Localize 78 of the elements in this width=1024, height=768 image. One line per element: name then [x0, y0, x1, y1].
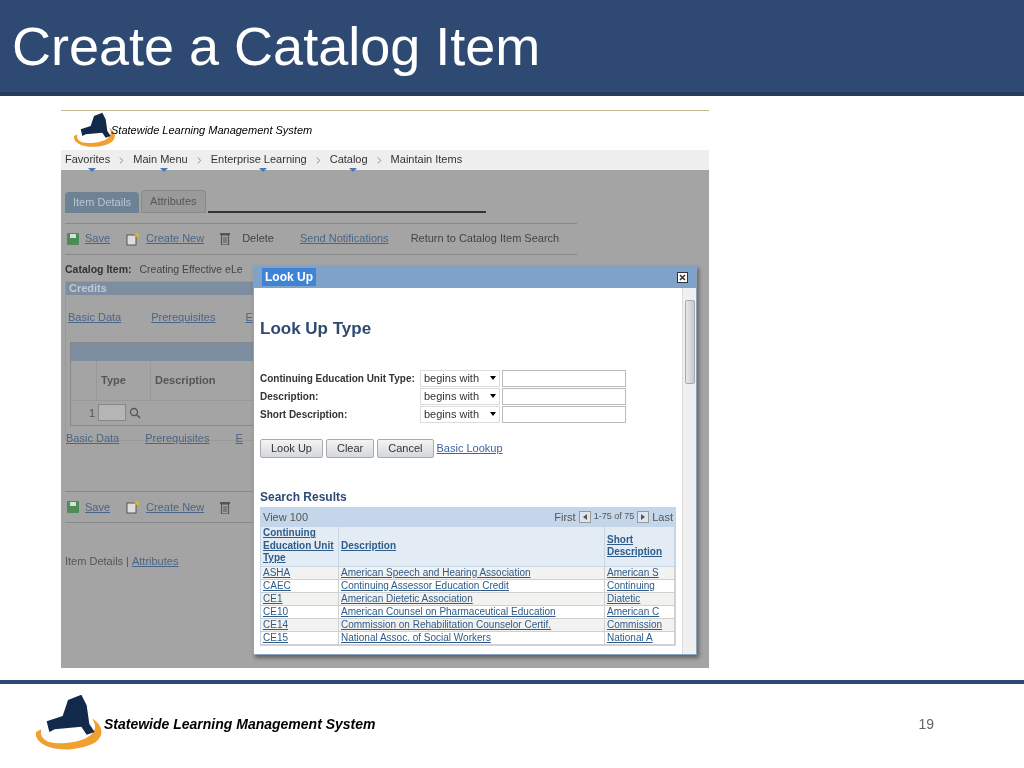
previous-icon[interactable]: [578, 511, 591, 523]
column-header[interactable]: Continuing Education Unit Type: [263, 527, 336, 565]
dialog-heading: Look Up Type: [260, 318, 373, 340]
dialog-button[interactable]: Cancel: [377, 438, 434, 458]
chevron-icon: [196, 156, 202, 164]
brand-name: Statewide Learning Management System: [111, 123, 313, 139]
search-input-field[interactable]: [502, 387, 626, 405]
dialog-button[interactable]: Clear: [326, 438, 375, 458]
result-link[interactable]: National Assoc. of Social Workers: [341, 631, 491, 644]
result-link[interactable]: American S: [607, 566, 659, 579]
result-link[interactable]: Commission on Rehabilitation Counselor Certif.: [341, 618, 552, 631]
result-link[interactable]: Diatetic: [607, 592, 641, 605]
type-input-field[interactable]: [98, 404, 126, 422]
result-link[interactable]: CE10: [263, 605, 288, 618]
caret-icon: [490, 412, 496, 416]
result-link[interactable]: Continuing: [607, 579, 655, 592]
result-link[interactable]: American C: [607, 605, 660, 618]
last-link[interactable]: Last: [652, 508, 673, 526]
result-link[interactable]: ASHA: [263, 566, 291, 579]
result-link[interactable]: American Counsel on Pharmaceutical Education: [341, 605, 556, 618]
caret-icon: [490, 394, 496, 398]
results-heading: Search Results: [260, 488, 348, 506]
caret-icon: [490, 376, 496, 380]
operator-dropdown[interactable]: begins with: [420, 387, 500, 405]
basic-lookup-link[interactable]: Basic Lookup: [436, 439, 503, 457]
field-label: Catalog Item:: [65, 261, 132, 277]
result-link[interactable]: American Speech and Hearing Association: [341, 566, 531, 579]
chevron-icon: [119, 156, 125, 164]
field-value: Creating Effective eLe: [139, 261, 243, 277]
view-100-link[interactable]: View 100: [263, 508, 555, 526]
dialog-button[interactable]: Look Up: [260, 438, 323, 458]
breadcrumb-item[interactable]: Favorites: [65, 150, 111, 170]
row-number: 1: [87, 405, 95, 421]
result-link[interactable]: CE14: [263, 618, 288, 631]
footer-brand: Statewide Learning Management System: [104, 714, 376, 734]
field-label: Description:: [260, 389, 320, 404]
field-label: Short Description:: [260, 407, 349, 422]
trash-icon[interactable]: [220, 500, 231, 514]
result-link[interactable]: CE1: [263, 592, 283, 605]
dialog-title: Look Up: [262, 268, 316, 286]
first-link[interactable]: First: [554, 508, 576, 526]
operator-dropdown[interactable]: begins with: [420, 405, 500, 423]
column-header[interactable]: Description: [341, 539, 396, 553]
result-link[interactable]: National A: [607, 631, 653, 644]
search-input-field[interactable]: [502, 405, 626, 423]
page-number: 19: [918, 714, 934, 734]
row-range: 1-75 of 75: [593, 510, 635, 524]
breadcrumb-item[interactable]: Maintain Items: [390, 150, 463, 170]
column-header[interactable]: Short Description: [607, 533, 672, 559]
result-link[interactable]: CE15: [263, 631, 288, 644]
column-header: Type: [97, 360, 151, 400]
field-label: Continuing Education Unit Type:: [260, 371, 416, 386]
result-link[interactable]: American Dietetic Association: [341, 592, 473, 605]
search-input-field[interactable]: [502, 369, 626, 387]
breadcrumb-item[interactable]: Enterprise Learning: [210, 150, 307, 170]
next-icon[interactable]: [637, 511, 650, 523]
trash-icon[interactable]: [220, 232, 231, 245]
separator: |: [126, 554, 129, 570]
breadcrumb-item[interactable]: Catalog: [329, 150, 368, 170]
result-link[interactable]: CAEC: [263, 579, 291, 592]
new-document-icon: [126, 500, 141, 515]
breadcrumb-item[interactable]: Main Menu: [133, 150, 188, 170]
search-icon[interactable]: [129, 406, 141, 419]
save-icon: [67, 501, 79, 514]
close-icon[interactable]: [677, 271, 688, 283]
scrollbar[interactable]: [682, 288, 696, 654]
operator-dropdown[interactable]: begins with: [420, 369, 500, 387]
scrollbar-thumb[interactable]: [684, 300, 695, 384]
result-link[interactable]: Continuing Assessor Education Credit: [341, 579, 509, 592]
new-document-icon: [126, 231, 141, 246]
chevron-icon: [376, 156, 382, 164]
return-to-search-link[interactable]: Return to Catalog Item Search: [410, 230, 560, 247]
current-page-label: Item Details: [65, 554, 124, 570]
result-link[interactable]: Commission: [607, 618, 662, 631]
chevron-icon: [315, 156, 321, 164]
delete-label[interactable]: Delete: [242, 230, 274, 247]
column-header: Description: [154, 373, 217, 388]
save-icon: [67, 232, 79, 245]
